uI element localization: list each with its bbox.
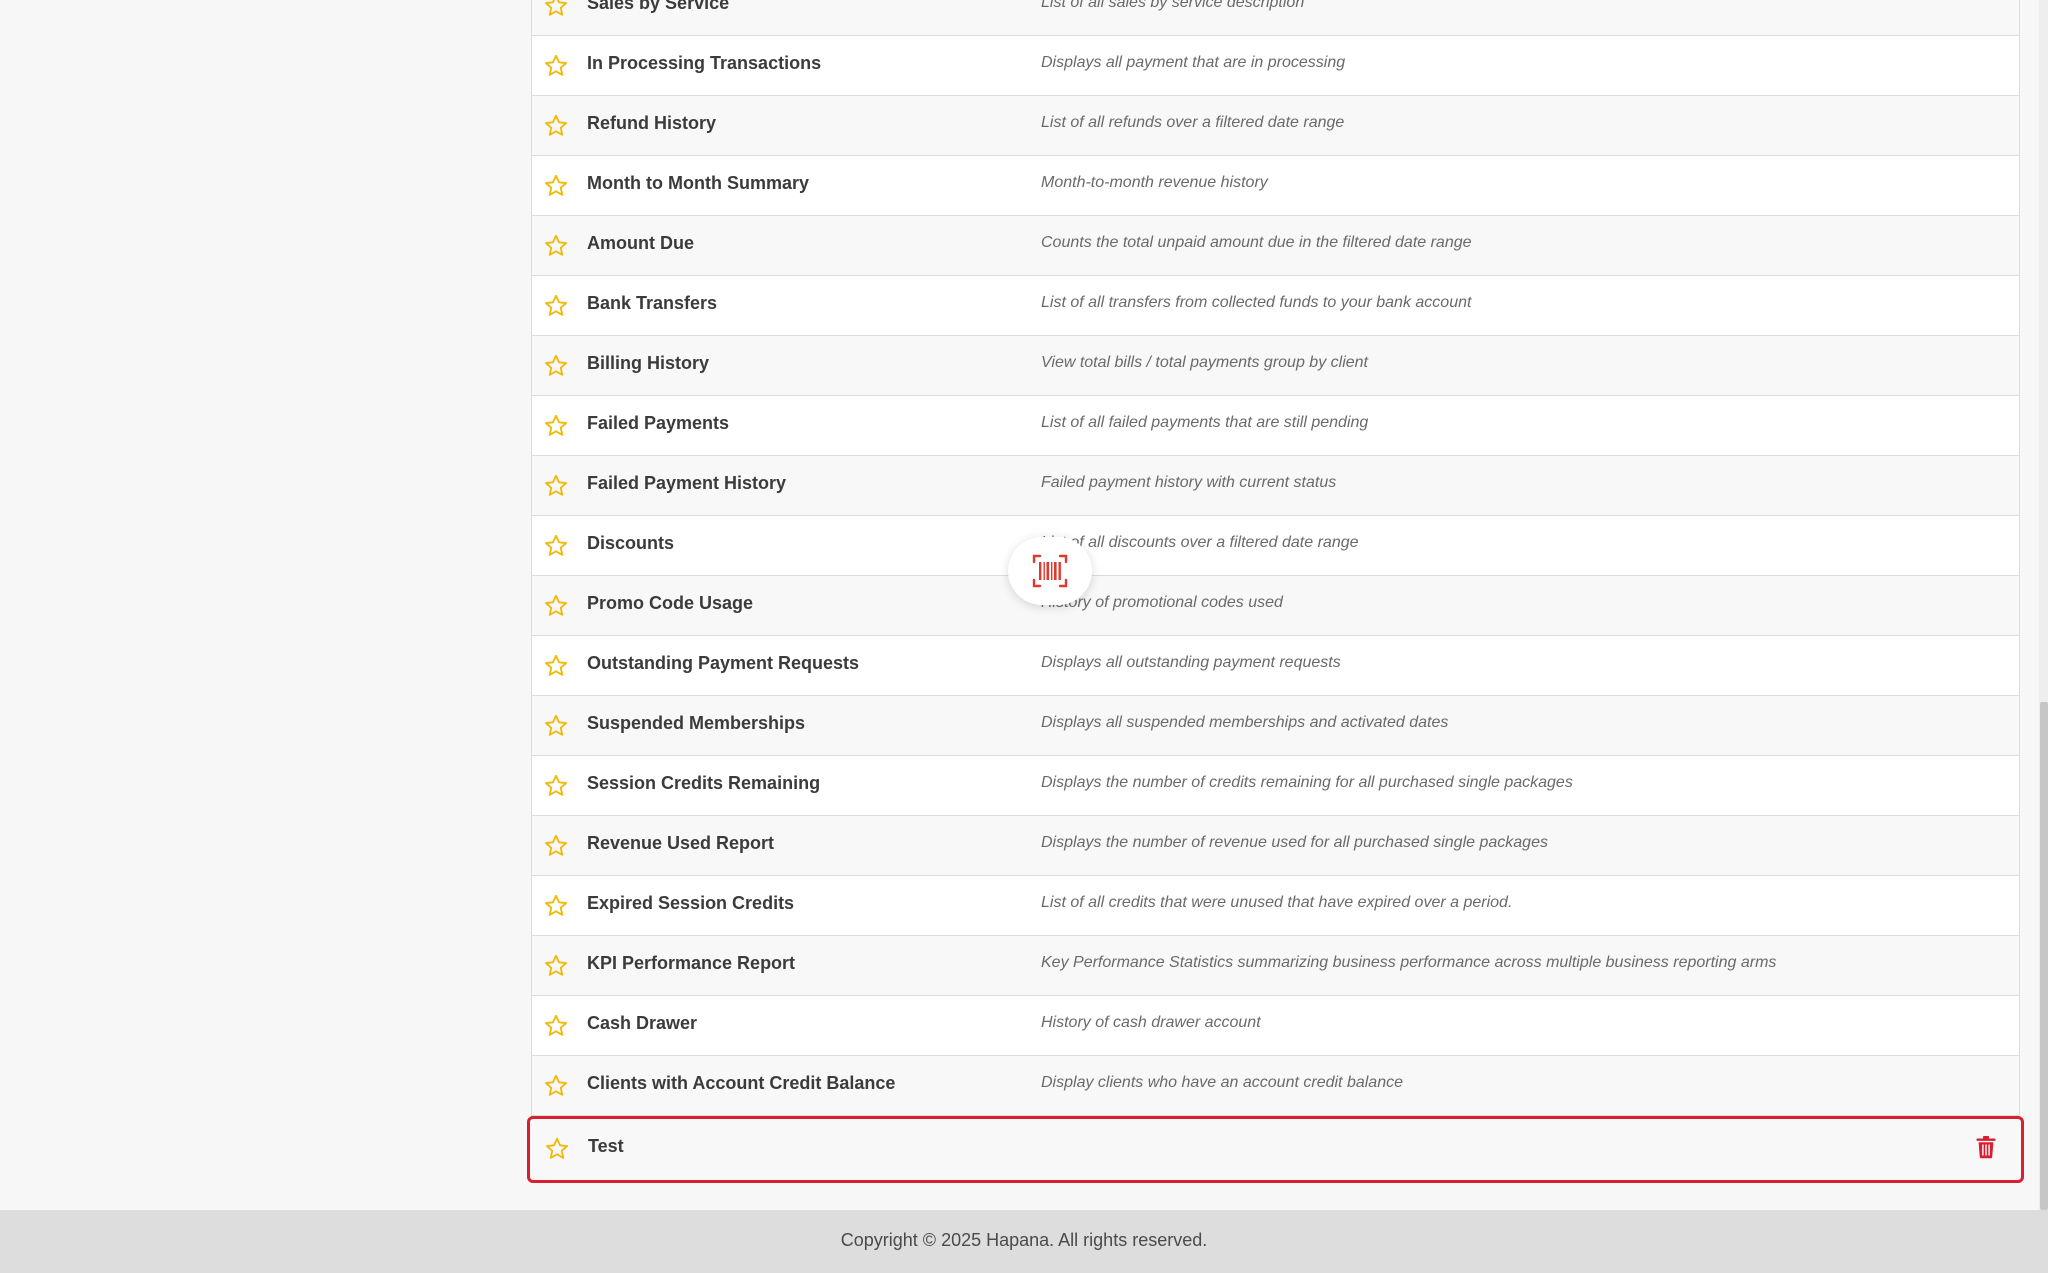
star-outline-icon[interactable] [543, 953, 569, 979]
star-outline-icon[interactable] [543, 1013, 569, 1039]
report-row-selected[interactable]: Test [527, 1116, 2024, 1183]
report-description: List of all transfers from collected fun… [1041, 294, 1472, 311]
barcode-scan-icon [1032, 554, 1068, 588]
report-name[interactable]: Clients with Account Credit Balance [587, 1073, 895, 1094]
report-list: Sales by Service List of all sales by ser… [527, 0, 2024, 1183]
report-row[interactable]: Refund History List of all refunds over a… [532, 96, 2019, 156]
trash-icon[interactable] [1975, 1135, 1999, 1161]
report-name[interactable]: Discounts [587, 533, 674, 554]
reports-page: Sales by Service List of all sales by ser… [0, 0, 2048, 1273]
report-description: List of all sales by service description [1041, 0, 1305, 11]
report-row[interactable]: Outstanding Payment Requests Displays all… [532, 636, 2019, 696]
report-description: Key Performance Statistics summarizing b… [1041, 954, 1777, 971]
star-outline-icon[interactable] [543, 113, 569, 139]
star-outline-icon[interactable] [543, 533, 569, 559]
report-description: Displays the number of credits remaining… [1041, 774, 1573, 791]
report-row[interactable]: Expired Session Credits List of all credi… [532, 876, 2019, 936]
report-row[interactable]: Failed Payments List of all failed paymen… [532, 396, 2019, 456]
report-description: Failed payment history with current stat… [1041, 474, 1337, 491]
report-name[interactable]: Session Credits Remaining [587, 773, 820, 794]
report-description: List of all failed payments that are sti… [1041, 414, 1369, 431]
star-outline-icon[interactable] [543, 53, 569, 79]
report-name[interactable]: Outstanding Payment Requests [587, 653, 859, 674]
report-description: List of all credits that were unused tha… [1041, 894, 1513, 911]
report-row[interactable]: Promo Code Usage History of promotional c… [532, 576, 2019, 636]
star-outline-icon[interactable] [543, 893, 569, 919]
star-outline-icon[interactable] [543, 293, 569, 319]
star-outline-icon[interactable] [543, 653, 569, 679]
star-outline-icon[interactable] [543, 593, 569, 619]
report-name[interactable]: Month to Month Summary [587, 173, 809, 194]
report-name[interactable]: Amount Due [587, 233, 694, 254]
report-description: Displays all suspended memberships and a… [1041, 714, 1449, 731]
star-outline-icon[interactable] [543, 173, 569, 199]
report-description: View total bills / total payments group … [1041, 354, 1368, 371]
report-name[interactable]: Suspended Memberships [587, 713, 805, 734]
star-outline-icon[interactable] [543, 1073, 569, 1099]
star-outline-icon[interactable] [543, 473, 569, 499]
report-row[interactable]: Bank Transfers List of all transfers from… [532, 276, 2019, 336]
star-outline-icon[interactable] [543, 413, 569, 439]
report-name[interactable]: Bank Transfers [587, 293, 717, 314]
report-name[interactable]: Refund History [587, 113, 716, 134]
report-row[interactable]: Discounts List of all discounts over a fi… [532, 516, 2019, 576]
report-description: Displays all payment that are in process… [1041, 54, 1346, 71]
report-row[interactable]: Amount Due Counts the total unpaid amount… [532, 216, 2019, 276]
report-name[interactable]: Expired Session Credits [587, 893, 794, 914]
report-description: Displays all outstanding payment request… [1041, 654, 1341, 671]
scrollbar-thumb[interactable] [2040, 702, 2048, 1210]
report-row[interactable]: Revenue Used Report Displays the number o… [532, 816, 2019, 876]
report-row[interactable]: Session Credits Remaining Displays the nu… [532, 756, 2019, 816]
report-row[interactable]: Billing History View total bills / total … [532, 336, 2019, 396]
star-outline-icon[interactable] [543, 713, 569, 739]
star-outline-icon[interactable] [544, 1136, 570, 1162]
report-row[interactable]: Month to Month Summary Month-to-month rev… [532, 156, 2019, 216]
report-row[interactable]: Suspended Memberships Displays all suspen… [532, 696, 2019, 756]
barcode-scan-button[interactable] [1008, 537, 1092, 605]
report-row[interactable]: In Processing Transactions Displays all p… [532, 36, 2019, 96]
report-row[interactable]: Sales by Service List of all sales by ser… [532, 0, 2019, 36]
report-description: Month-to-month revenue history [1041, 174, 1268, 191]
report-name[interactable]: Billing History [587, 353, 709, 374]
report-description: History of cash drawer account [1041, 1014, 1261, 1031]
report-description: List of all refunds over a filtered date… [1041, 114, 1345, 131]
star-outline-icon[interactable] [543, 833, 569, 859]
report-description: Counts the total unpaid amount due in th… [1041, 234, 1472, 251]
report-row[interactable]: KPI Performance Report Key Performance St… [532, 936, 2019, 996]
report-name[interactable]: KPI Performance Report [587, 953, 795, 974]
report-description: Display clients who have an account cred… [1041, 1074, 1403, 1091]
report-row[interactable]: Cash Drawer History of cash drawer accoun… [532, 996, 2019, 1056]
report-name[interactable]: Test [588, 1136, 624, 1157]
report-name[interactable]: In Processing Transactions [587, 53, 821, 74]
report-name[interactable]: Failed Payment History [587, 473, 786, 494]
report-name[interactable]: Promo Code Usage [587, 593, 753, 614]
star-outline-icon[interactable] [543, 353, 569, 379]
star-outline-icon[interactable] [543, 233, 569, 259]
report-description: Displays the number of revenue used for … [1041, 834, 1548, 851]
copyright-text: Copyright © 2025 Hapana. All rights rese… [840, 1230, 1208, 1250]
star-outline-icon[interactable] [543, 0, 569, 19]
star-outline-icon[interactable] [543, 773, 569, 799]
report-name[interactable]: Revenue Used Report [587, 833, 774, 854]
report-description: List of all discounts over a filtered da… [1041, 534, 1359, 551]
report-name[interactable]: Failed Payments [587, 413, 729, 434]
report-row[interactable]: Failed Payment History Failed payment his… [532, 456, 2019, 516]
report-row[interactable]: Clients with Account Credit Balance Displ… [532, 1056, 2019, 1116]
report-name[interactable]: Sales by Service [587, 0, 729, 14]
page-footer: Copyright © 2025 Hapana. All rights rese… [0, 1210, 2048, 1273]
report-name[interactable]: Cash Drawer [587, 1013, 697, 1034]
